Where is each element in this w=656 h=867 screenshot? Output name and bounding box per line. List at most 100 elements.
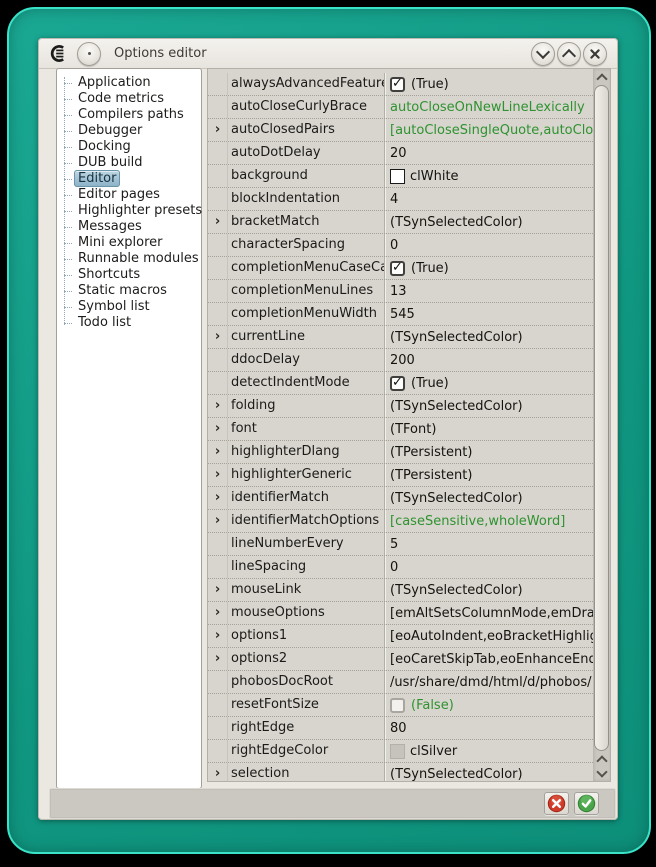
expand-arrow-icon[interactable]: › — [215, 422, 220, 435]
property-row[interactable]: › mouseOptions [emAltSetsColumnMode,emDr… — [208, 602, 593, 625]
property-row[interactable]: › characterSpacing 0 — [208, 234, 593, 257]
property-row[interactable]: › autoDotDelay 20 — [208, 142, 593, 165]
checkbox[interactable] — [390, 698, 405, 713]
property-row[interactable]: › autoCloseCurlyBrace autoCloseOnNewLine… — [208, 96, 593, 119]
expand-arrow-icon[interactable]: › — [215, 514, 220, 527]
property-value-cell[interactable]: clSilver — [384, 740, 593, 762]
sidebar-item[interactable]: Messages — [57, 219, 201, 235]
property-row[interactable]: › highlighterDlang (TPersistent) — [208, 441, 593, 464]
property-value-cell[interactable]: (True) — [384, 372, 593, 394]
property-row[interactable]: › blockIndentation 4 — [208, 188, 593, 211]
property-value-cell[interactable]: (TSynSelectedColor) — [384, 763, 593, 782]
property-row[interactable]: › lineSpacing 0 — [208, 556, 593, 579]
expand-arrow-icon[interactable]: › — [215, 123, 220, 136]
property-row[interactable]: › completionMenuLines 13 — [208, 280, 593, 303]
property-row[interactable]: › completionMenuCaseCare (True) — [208, 257, 593, 280]
property-value-cell[interactable]: (TSynSelectedColor) — [384, 211, 593, 233]
expand-arrow-icon[interactable]: › — [215, 491, 220, 504]
property-row[interactable]: › identifierMatchOptions [caseSensitive,… — [208, 510, 593, 533]
property-value-cell[interactable]: (TPersistent) — [384, 441, 593, 463]
property-value-cell[interactable]: (True) — [384, 73, 593, 95]
property-row[interactable]: › options2 [eoCaretSkipTab,eoEnhanceEndK… — [208, 648, 593, 671]
property-row[interactable]: › bracketMatch (TSynSelectedColor) — [208, 211, 593, 234]
property-value-cell[interactable]: [autoCloseSingleQuote,autoCloseD — [384, 119, 593, 141]
sidebar-item[interactable]: Highlighter presets — [57, 203, 201, 219]
sidebar-item[interactable]: Editor — [57, 171, 201, 187]
sidebar-item[interactable]: Compilers paths — [57, 107, 201, 123]
property-value-cell[interactable]: 5 — [384, 533, 593, 555]
property-value-cell[interactable]: (TPersistent) — [384, 464, 593, 486]
expand-arrow-icon[interactable]: › — [215, 468, 220, 481]
property-value-cell[interactable]: [caseSensitive,wholeWord] — [384, 510, 593, 532]
property-value-cell[interactable]: 200 — [384, 349, 593, 371]
expand-arrow-icon[interactable]: › — [215, 583, 220, 596]
property-row[interactable]: › highlighterGeneric (TPersistent) — [208, 464, 593, 487]
property-value-cell[interactable]: 20 — [384, 142, 593, 164]
window-menu-button[interactable] — [77, 42, 101, 66]
property-value-cell[interactable]: [eoCaretSkipTab,eoEnhanceEndKe — [384, 648, 593, 670]
property-row[interactable]: › folding (TSynSelectedColor) — [208, 395, 593, 418]
property-value-cell[interactable]: clWhite — [384, 165, 593, 187]
sidebar-item[interactable]: DUB build — [57, 155, 201, 171]
scroll-up-button-bottom[interactable] — [593, 751, 610, 766]
expand-arrow-icon[interactable]: › — [215, 445, 220, 458]
sidebar-item[interactable]: Shortcuts — [57, 267, 201, 283]
property-row[interactable]: › rightEdgeColor clSilver — [208, 740, 593, 763]
close-button[interactable] — [583, 42, 607, 66]
accept-button[interactable] — [574, 792, 599, 815]
expand-arrow-icon[interactable]: › — [215, 629, 220, 642]
property-value-cell[interactable]: 80 — [384, 717, 593, 739]
property-value-cell[interactable]: 4 — [384, 188, 593, 210]
scrollbar-thumb[interactable] — [594, 85, 609, 751]
sidebar-item[interactable]: Static macros — [57, 283, 201, 299]
property-row[interactable]: › currentLine (TSynSelectedColor) — [208, 326, 593, 349]
property-value-cell[interactable]: (TSynSelectedColor) — [384, 326, 593, 348]
property-row[interactable]: › detectIndentMode (True) — [208, 372, 593, 395]
property-row[interactable]: › font (TFont) — [208, 418, 593, 441]
sidebar-item[interactable]: Mini explorer — [57, 235, 201, 251]
property-value-cell[interactable]: (TSynSelectedColor) — [384, 395, 593, 417]
sidebar-item[interactable]: Editor pages — [57, 187, 201, 203]
sidebar-item[interactable]: Docking — [57, 139, 201, 155]
property-value-cell[interactable]: /usr/share/dmd/html/d/phobos/ — [384, 671, 593, 693]
property-value-cell[interactable]: (False) — [384, 694, 593, 716]
expand-arrow-icon[interactable]: › — [215, 606, 220, 619]
property-row[interactable]: › phobosDocRoot /usr/share/dmd/html/d/ph… — [208, 671, 593, 694]
shade-button[interactable] — [531, 42, 555, 66]
property-value-cell[interactable]: (True) — [384, 257, 593, 279]
sidebar-item[interactable]: Debugger — [57, 123, 201, 139]
sidebar-item[interactable]: Todo list — [57, 315, 201, 331]
sidebar-item[interactable]: Symbol list — [57, 299, 201, 315]
cancel-button[interactable] — [544, 792, 569, 815]
property-value-cell[interactable]: [emAltSetsColumnMode,emDragDr — [384, 602, 593, 624]
titlebar[interactable]: Options editor — [39, 39, 617, 69]
checkbox[interactable] — [390, 77, 405, 92]
property-value-cell[interactable]: 0 — [384, 556, 593, 578]
property-value-cell[interactable]: (TSynSelectedColor) — [384, 579, 593, 601]
property-row[interactable]: › mouseLink (TSynSelectedColor) — [208, 579, 593, 602]
property-value-cell[interactable]: autoCloseOnNewLineLexically — [384, 96, 593, 118]
expand-arrow-icon[interactable]: › — [215, 330, 220, 343]
expand-arrow-icon[interactable]: › — [215, 399, 220, 412]
property-row[interactable]: › ddocDelay 200 — [208, 349, 593, 372]
property-value-cell[interactable]: (TSynSelectedColor) — [384, 487, 593, 509]
sidebar-item[interactable]: Code metrics — [57, 91, 201, 107]
expand-arrow-icon[interactable]: › — [215, 215, 220, 228]
property-row[interactable]: › selection (TSynSelectedColor) — [208, 763, 593, 782]
property-row[interactable]: › alwaysAdvancedFeatures (True) — [208, 73, 593, 96]
property-value-cell[interactable]: 13 — [384, 280, 593, 302]
checkbox[interactable] — [390, 261, 405, 276]
sidebar-item[interactable]: Application — [57, 75, 201, 91]
property-row[interactable]: › autoClosedPairs [autoCloseSingleQuote,… — [208, 119, 593, 142]
property-row[interactable]: › lineNumberEvery 5 — [208, 533, 593, 556]
property-value-cell[interactable]: [eoAutoIndent,eoBracketHighlight — [384, 625, 593, 647]
vertical-scrollbar[interactable] — [593, 69, 610, 781]
property-row[interactable]: › identifierMatch (TSynSelectedColor) — [208, 487, 593, 510]
property-row[interactable]: › background clWhite — [208, 165, 593, 188]
property-row[interactable]: › resetFontSize (False) — [208, 694, 593, 717]
property-row[interactable]: › completionMenuWidth 545 — [208, 303, 593, 326]
expand-arrow-icon[interactable]: › — [215, 767, 220, 780]
scroll-down-button[interactable] — [593, 766, 610, 781]
scroll-up-button[interactable] — [593, 69, 610, 84]
property-value-cell[interactable]: (TFont) — [384, 418, 593, 440]
